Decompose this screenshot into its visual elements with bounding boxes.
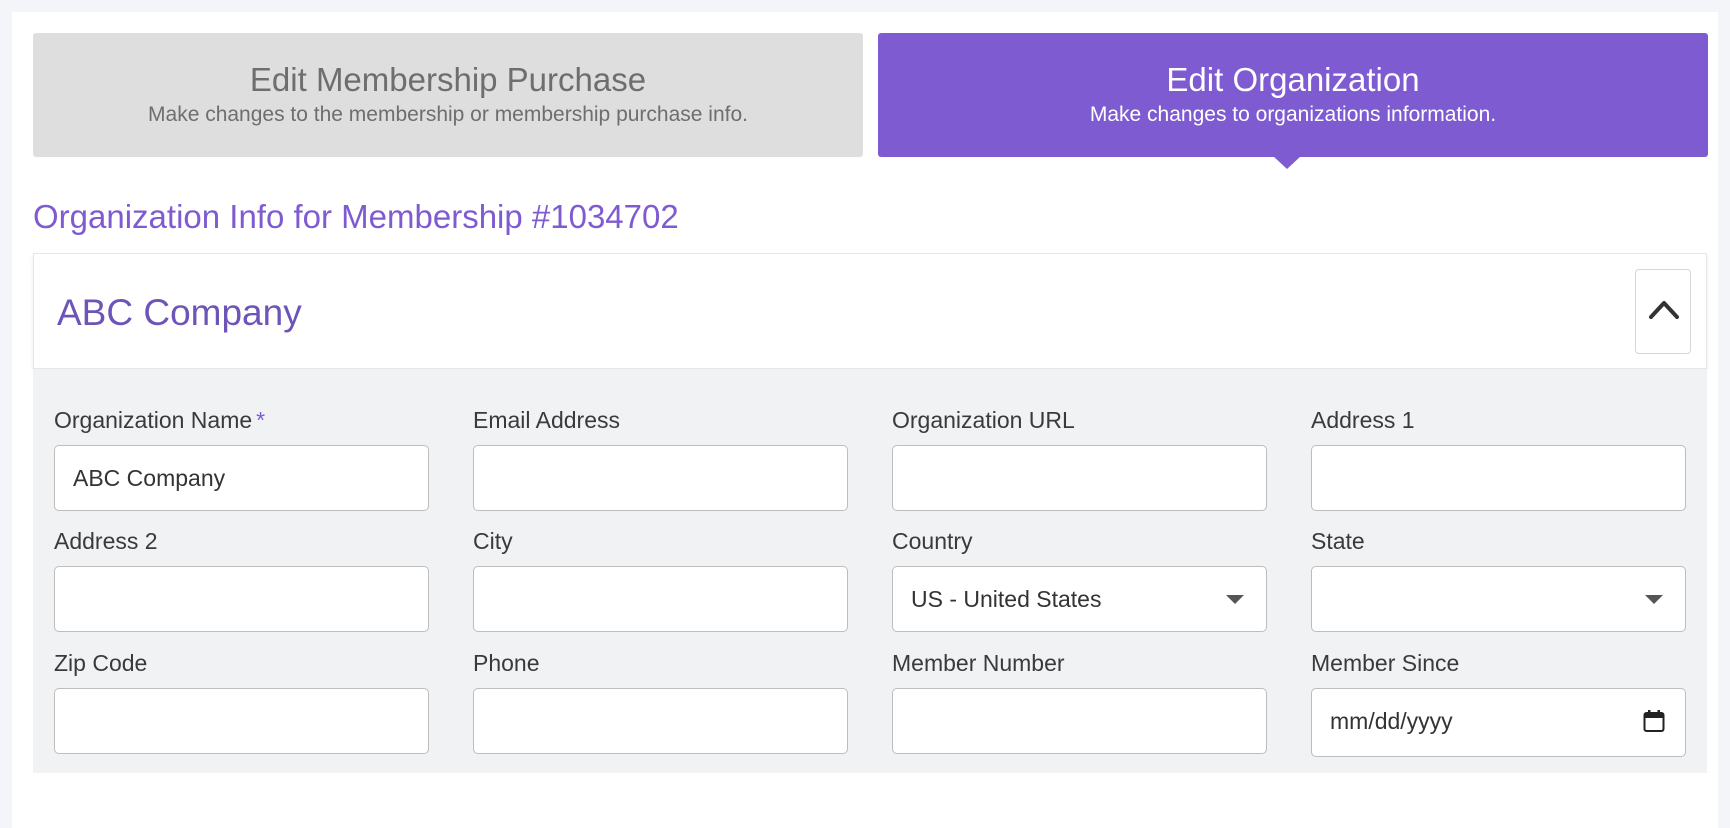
org-name-input[interactable]: ABC Company: [54, 445, 429, 511]
active-tab-pointer: [1273, 156, 1301, 169]
org-card-header: ABC Company: [33, 253, 1707, 369]
email-input[interactable]: [473, 445, 848, 511]
org-url-input[interactable]: [892, 445, 1267, 511]
address2-label: Address 2: [54, 528, 158, 554]
address2-input[interactable]: [54, 566, 429, 632]
city-field-group: City: [473, 526, 848, 632]
zip-field-group: Zip Code: [54, 648, 429, 754]
zip-label: Zip Code: [54, 650, 148, 676]
page-title: Organization Info for Membership #103470…: [33, 198, 679, 235]
dropdown-caret-icon: [1226, 595, 1244, 604]
calendar-icon[interactable]: [1643, 709, 1665, 733]
state-label: State: [1311, 528, 1365, 554]
tab-subtitle: Make changes to organizations informatio…: [1089, 103, 1497, 126]
address1-input[interactable]: [1311, 445, 1686, 511]
tab-edit-organization[interactable]: Edit Organization Make changes to organi…: [878, 33, 1708, 157]
state-field-group: State: [1311, 526, 1686, 632]
address1-label: Address 1: [1311, 407, 1415, 433]
collapse-button[interactable]: [1635, 269, 1691, 354]
state-select[interactable]: [1311, 566, 1686, 632]
address2-field-group: Address 2: [54, 526, 429, 632]
address1-field-group: Address 1: [1311, 405, 1686, 511]
organization-form: Organization Name * ABC Company Email Add…: [33, 369, 1707, 773]
email-label: Email Address: [473, 407, 621, 433]
dropdown-caret-icon: [1645, 595, 1663, 604]
org-name-label: Organization Name *: [54, 407, 266, 433]
org-url-field-group: Organization URL: [892, 405, 1267, 511]
country-select[interactable]: US - United States: [892, 566, 1267, 632]
zip-input[interactable]: [54, 688, 429, 754]
member-number-input[interactable]: [892, 688, 1267, 754]
phone-input[interactable]: [473, 688, 848, 754]
member-number-label: Member Number: [892, 650, 1065, 676]
tab-edit-membership-purchase[interactable]: Edit Membership Purchase Make changes to…: [33, 33, 863, 157]
tab-title: Edit Membership Purchase: [249, 61, 647, 98]
phone-field-group: Phone: [473, 648, 848, 754]
chevron-up-icon: [1649, 301, 1679, 319]
tab-title: Edit Organization: [1166, 61, 1420, 98]
member-since-date-input[interactable]: mm/dd/yyyy: [1311, 688, 1686, 757]
email-field-group: Email Address: [473, 405, 848, 511]
required-marker: *: [256, 407, 266, 433]
member-since-label: Member Since: [1311, 650, 1460, 676]
member-number-field-group: Member Number: [892, 648, 1267, 754]
member-since-field-group: Member Since mm/dd/yyyy: [1311, 648, 1686, 757]
org-name-heading: ABC Company: [57, 292, 302, 333]
phone-label: Phone: [473, 650, 540, 676]
org-name-field-group: Organization Name * ABC Company: [54, 405, 429, 511]
city-input[interactable]: [473, 566, 848, 632]
country-field-group: Country US - United States: [892, 526, 1267, 632]
date-placeholder: mm/dd/yyyy: [1330, 708, 1453, 734]
country-selected-value: US - United States: [911, 586, 1102, 612]
tab-subtitle: Make changes to the membership or member…: [148, 103, 748, 126]
org-url-label: Organization URL: [892, 407, 1075, 433]
country-label: Country: [892, 528, 973, 554]
city-label: City: [473, 528, 513, 554]
